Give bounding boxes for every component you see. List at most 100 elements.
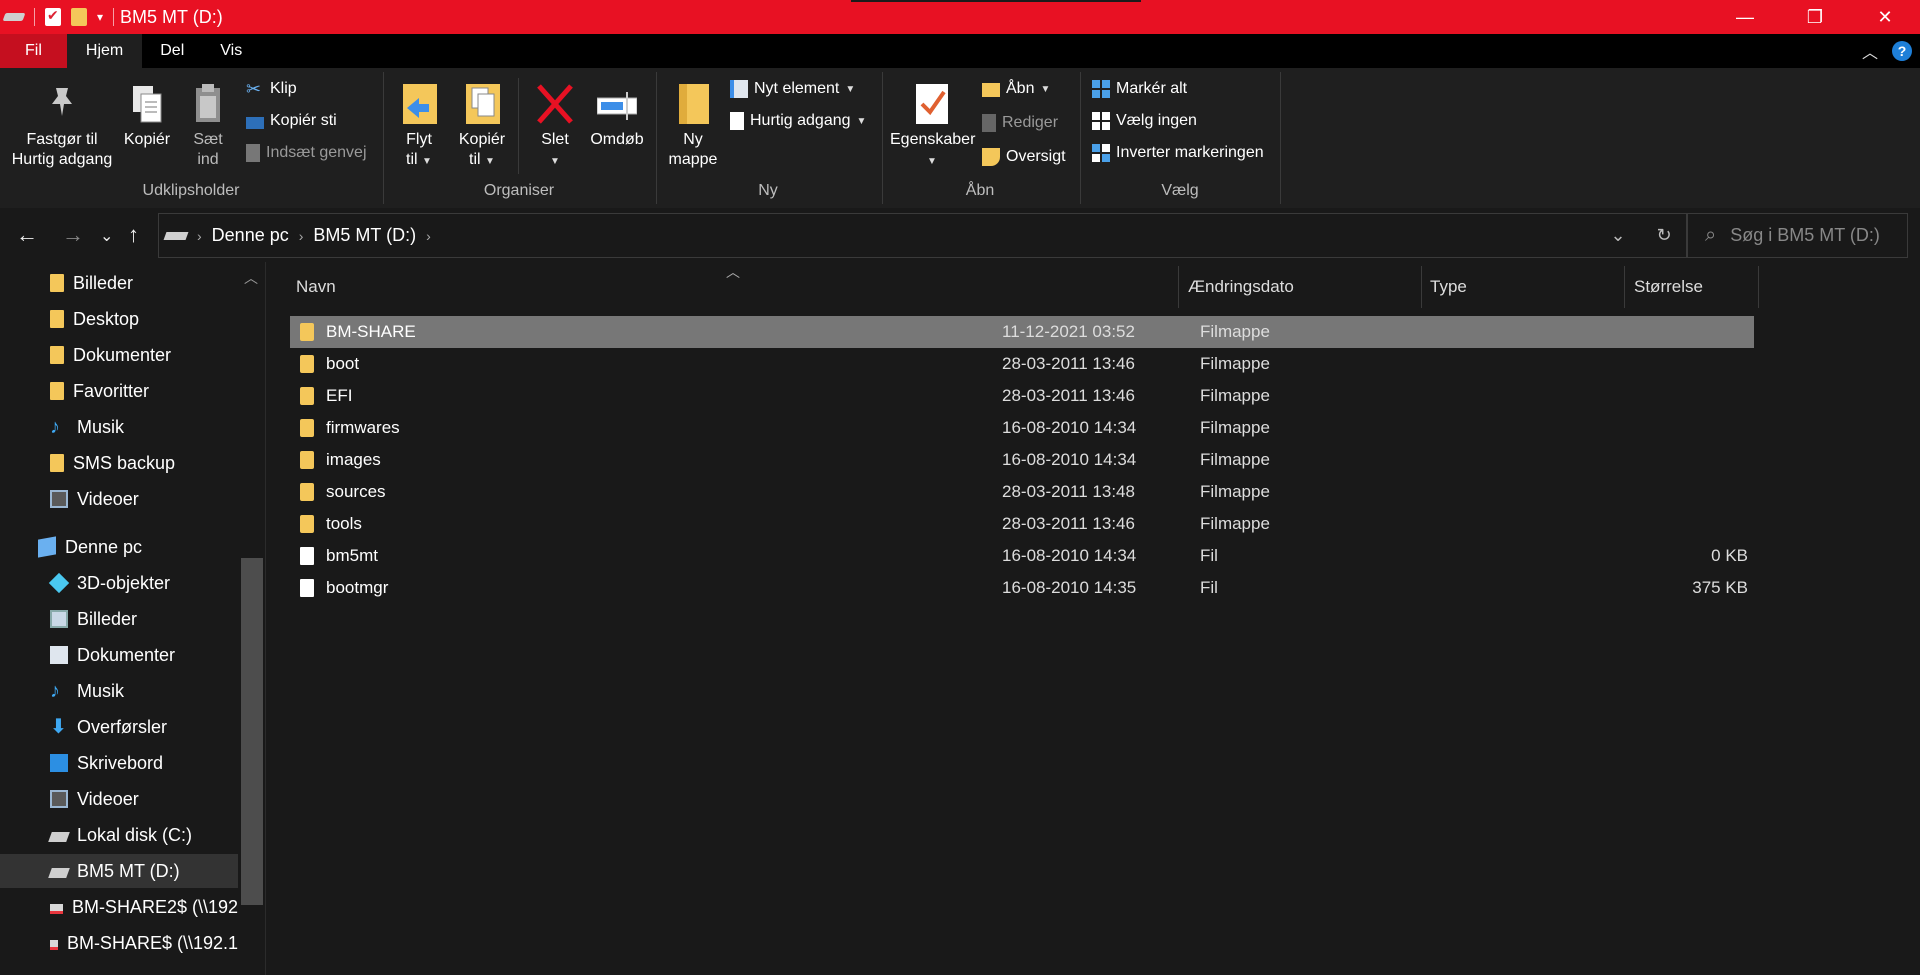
file-date: 28-03-2011 13:48 bbox=[1002, 482, 1135, 501]
nav-item-bm-share2[interactable]: BM-SHARE2$ (\\192 bbox=[0, 890, 238, 924]
copy-button[interactable]: Kopiér bbox=[120, 82, 174, 150]
nav-item-musik-pc[interactable]: ♪ Musik bbox=[0, 674, 238, 708]
file-type: Filmappe bbox=[1200, 514, 1270, 533]
nav-item-sms-backup[interactable]: SMS backup bbox=[0, 446, 238, 480]
paste-shortcut-button[interactable]: Indsæt genvej bbox=[246, 144, 367, 162]
breadcrumb-bm5mt[interactable]: BM5 MT (D:) bbox=[313, 225, 416, 246]
nav-item-musik[interactable]: ♪ Musik bbox=[0, 410, 238, 444]
group-label-ny: Ny bbox=[758, 182, 778, 199]
properties-quick-icon[interactable] bbox=[45, 7, 61, 26]
tab-del[interactable]: Del bbox=[142, 34, 202, 68]
delete-button[interactable]: Slet ▼ bbox=[530, 82, 580, 172]
select-all-button[interactable]: Markér alt bbox=[1092, 80, 1187, 98]
table-row[interactable]: tools 28-03-2011 13:46 Filmappe bbox=[290, 508, 1754, 540]
rename-button[interactable]: Omdøb bbox=[586, 82, 648, 150]
select-none-label: Vælg ingen bbox=[1116, 112, 1197, 129]
back-icon[interactable]: ← bbox=[16, 222, 38, 248]
column-divider[interactable] bbox=[1624, 266, 1625, 308]
nav-item-dokumenter[interactable]: Dokumenter bbox=[0, 338, 238, 372]
help-icon[interactable]: ? bbox=[1892, 41, 1912, 61]
table-row[interactable]: bootmgr 16-08-2010 14:35 Fil 375 KB bbox=[290, 572, 1754, 604]
nav-item-label: Dokumenter bbox=[73, 344, 172, 365]
new-item-button[interactable]: Nyt element ▼ bbox=[730, 80, 855, 98]
pin-quick-access-button[interactable]: Fastgør til Hurtig adgang bbox=[8, 82, 116, 170]
nav-item-videoer[interactable]: Videoer bbox=[0, 482, 238, 516]
copy-path-button[interactable]: Kopiér sti bbox=[246, 112, 337, 130]
nav-item-videoer-pc[interactable]: Videoer bbox=[0, 782, 238, 816]
paste-button[interactable]: Sæt ind bbox=[186, 82, 230, 170]
chevron-up-icon[interactable]: ︿ bbox=[244, 268, 258, 288]
select-none-button[interactable]: Vælg ingen bbox=[1092, 112, 1197, 130]
tab-fil[interactable]: Fil bbox=[0, 34, 67, 68]
history-button[interactable]: Oversigt bbox=[982, 148, 1066, 166]
nav-item-billeder-pc[interactable]: Billeder bbox=[0, 602, 238, 636]
up-icon[interactable]: ↑ bbox=[128, 222, 139, 248]
open-button[interactable]: Åbn ▼ bbox=[982, 80, 1050, 98]
nav-item-bm-share[interactable]: BM-SHARE$ (\\192.1 bbox=[0, 926, 238, 960]
folder-icon bbox=[50, 274, 64, 292]
invert-selection-button[interactable]: Inverter markeringen bbox=[1092, 144, 1264, 162]
recent-locations-icon[interactable]: ⌄ bbox=[100, 226, 113, 246]
copy-to-button[interactable]: Kopiér til ▼ bbox=[456, 82, 508, 172]
nav-item-lokal-disk[interactable]: Lokal disk (C:) bbox=[0, 818, 238, 852]
column-header-type[interactable]: Type bbox=[1430, 262, 1467, 312]
divider bbox=[34, 8, 35, 26]
table-row[interactable]: boot 28-03-2011 13:46 Filmappe bbox=[290, 348, 1754, 380]
nav-item-overforsler[interactable]: ⬇ Overførsler bbox=[0, 710, 238, 744]
group-label-udklipsholder: Udklipsholder bbox=[142, 182, 240, 199]
nav-item-denne-pc[interactable]: Denne pc bbox=[0, 530, 238, 564]
properties-button[interactable]: Egenskaber ▼ bbox=[890, 82, 975, 172]
nav-scrollbar-thumb[interactable] bbox=[241, 558, 263, 905]
column-divider[interactable] bbox=[1421, 266, 1422, 308]
nav-item-billeder[interactable]: Billeder bbox=[0, 266, 238, 300]
easy-access-button[interactable]: Hurtig adgang ▼ bbox=[730, 112, 866, 130]
nav-item-bm5mt[interactable]: BM5 MT (D:) bbox=[0, 854, 238, 888]
table-row[interactable]: bm5mt 16-08-2010 14:34 Fil 0 KB bbox=[290, 540, 1754, 572]
collapse-ribbon-icon[interactable]: ︿ bbox=[1862, 39, 1878, 63]
nav-item-3d-objekter[interactable]: 3D-objekter bbox=[0, 566, 238, 600]
minimize-button[interactable]: — bbox=[1710, 0, 1780, 34]
column-divider[interactable] bbox=[1758, 266, 1759, 308]
nav-item-label: Denne pc bbox=[65, 536, 143, 557]
column-divider[interactable] bbox=[1178, 266, 1179, 308]
address-bar[interactable]: › Denne pc › BM5 MT (D:) › ⌄ ↻ bbox=[158, 213, 1688, 258]
file-list: ︿ Navn Ændringsdato Type Størrelse BM-SH… bbox=[266, 262, 1920, 975]
tab-vis[interactable]: Vis bbox=[202, 34, 260, 68]
new-folder-button[interactable]: Ny mappe bbox=[666, 82, 720, 170]
maximize-button[interactable]: ❐ bbox=[1780, 0, 1850, 34]
new-folder-quick-icon[interactable] bbox=[71, 8, 87, 26]
table-row[interactable]: EFI 28-03-2011 13:46 Filmappe bbox=[290, 380, 1754, 412]
search-input[interactable]: ⌕ Søg i BM5 MT (D:) bbox=[1686, 213, 1908, 258]
chevron-right-icon[interactable]: › bbox=[426, 228, 431, 244]
table-row[interactable]: sources 28-03-2011 13:48 Filmappe bbox=[290, 476, 1754, 508]
file-type: Filmappe bbox=[1200, 418, 1270, 437]
chevron-right-icon[interactable]: › bbox=[197, 228, 202, 244]
file-date: 28-03-2011 13:46 bbox=[1002, 386, 1135, 405]
edit-icon bbox=[982, 114, 996, 132]
tab-hjem[interactable]: Hjem bbox=[66, 34, 143, 68]
file-type: Fil bbox=[1200, 578, 1218, 597]
close-button[interactable]: ✕ bbox=[1850, 0, 1920, 34]
nav-item-skrivebord[interactable]: Skrivebord bbox=[0, 746, 238, 780]
column-header-date[interactable]: Ændringsdato bbox=[1188, 262, 1294, 312]
nav-item-desktop[interactable]: Desktop bbox=[0, 302, 238, 336]
cut-button[interactable]: ✂ Klip bbox=[246, 80, 297, 98]
table-row[interactable]: firmwares 16-08-2010 14:34 Filmappe bbox=[290, 412, 1754, 444]
table-row[interactable]: images 16-08-2010 14:34 Filmappe bbox=[290, 444, 1754, 476]
refresh-icon[interactable]: ↻ bbox=[1641, 225, 1687, 246]
nav-item-dokumenter-pc[interactable]: Dokumenter bbox=[0, 638, 238, 672]
column-header-name[interactable]: Navn bbox=[296, 262, 336, 312]
table-row[interactable]: BM-SHARE 11-12-2021 03:52 Filmappe bbox=[290, 316, 1754, 348]
file-icon bbox=[300, 547, 314, 565]
forward-icon[interactable]: → bbox=[62, 222, 84, 248]
customize-quick-access-icon[interactable]: ▾ bbox=[97, 10, 103, 24]
nav-item-favoritter[interactable]: Favoritter bbox=[0, 374, 238, 408]
move-to-button[interactable]: Flyt til ▼ bbox=[396, 82, 442, 172]
breadcrumb-denne-pc[interactable]: Denne pc bbox=[212, 225, 289, 246]
edit-button[interactable]: Rediger bbox=[982, 114, 1058, 132]
video-icon bbox=[50, 790, 68, 808]
address-dropdown-icon[interactable]: ⌄ bbox=[1595, 225, 1641, 246]
chevron-right-icon[interactable]: › bbox=[299, 228, 304, 244]
disk-icon bbox=[48, 868, 70, 878]
column-header-size[interactable]: Størrelse bbox=[1634, 262, 1703, 312]
